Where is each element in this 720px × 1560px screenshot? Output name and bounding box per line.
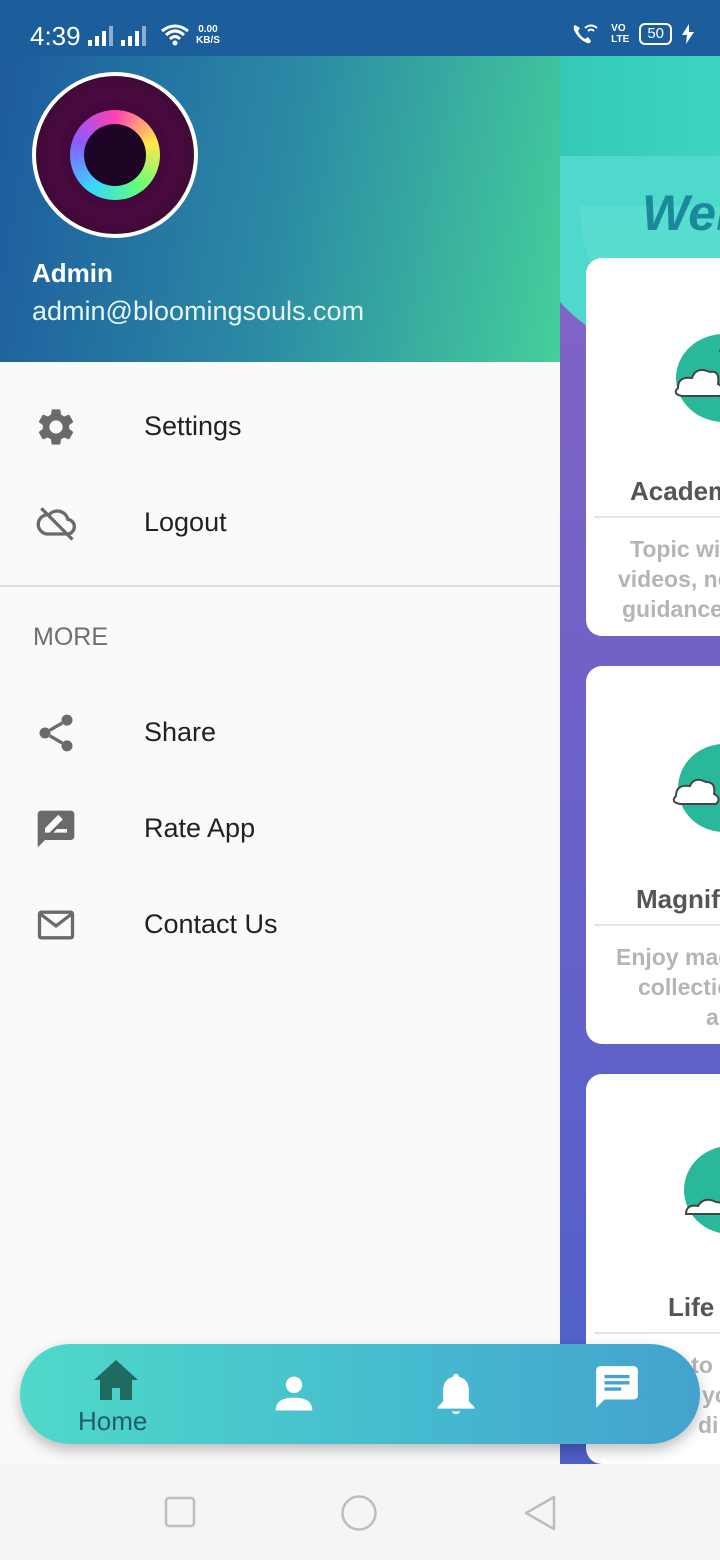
bottom-navigation: Home <box>20 1344 700 1444</box>
card-desc-line: guidance <box>622 596 720 622</box>
drawer-header: Admin admin@bloomingsouls.com <box>0 56 560 362</box>
card-desc-line: collectio <box>638 974 720 1000</box>
menu-item-share[interactable]: Share <box>0 685 560 781</box>
menu-label: Rate App <box>144 813 256 843</box>
menu-item-logout[interactable]: Logout <box>0 475 560 571</box>
card-desc-line: yo <box>702 1382 720 1408</box>
status-time: 4:39 <box>30 21 81 51</box>
card-desc-line: videos, no <box>618 566 720 592</box>
section-label-more: MORE <box>33 623 108 651</box>
card-title: Academ <box>630 476 720 506</box>
nav-label-home: Home <box>78 1406 148 1436</box>
wifi-icon <box>161 24 189 46</box>
recents-icon[interactable] <box>164 1496 196 1528</box>
nav-item-profile[interactable] <box>210 1344 380 1444</box>
menu-label: Logout <box>144 507 227 537</box>
volte-top: VO <box>611 23 626 34</box>
network-speed-unit: KB/S <box>196 35 220 46</box>
chat-icon <box>596 1366 638 1408</box>
life-illustration <box>684 1147 720 1233</box>
bell-icon <box>437 1373 475 1415</box>
avatar-ring-inner <box>84 124 146 186</box>
menu-item-settings[interactable]: Settings <box>0 379 560 475</box>
wifi-calling-icon <box>573 24 598 44</box>
card-magnificent[interactable]: Magnifi Enjoy mag collectio a <box>586 666 720 1044</box>
share-icon <box>39 714 73 752</box>
card-academic[interactable]: Academ Topic wis videos, no guidance <box>586 258 720 636</box>
card-title: Life <box>668 1292 715 1322</box>
avatar-ring <box>70 110 160 200</box>
avatar[interactable] <box>32 72 198 238</box>
welcome-title: Wel <box>642 185 720 241</box>
card-title: Magnifi <box>636 884 720 914</box>
card-desc-line: di <box>698 1412 719 1438</box>
signal-icon <box>88 24 146 46</box>
menu-label: Contact Us <box>144 909 278 939</box>
back-icon[interactable] <box>522 1494 558 1532</box>
mail-icon <box>37 910 75 940</box>
nav-item-messages[interactable] <box>540 1344 700 1444</box>
person-icon <box>275 1376 313 1411</box>
menu-label: Share <box>144 717 217 747</box>
cloud-off-icon <box>36 507 76 541</box>
nav-item-notifications[interactable] <box>380 1344 540 1444</box>
card-divider <box>594 1332 720 1334</box>
navigation-drawer: Admin admin@bloomingsouls.com Settings L… <box>0 56 560 1464</box>
home-icon <box>94 1360 138 1400</box>
user-name: Admin <box>32 258 113 288</box>
card-desc-line: Topic wis <box>630 536 720 562</box>
rate-review-icon <box>37 810 75 848</box>
gear-icon <box>38 409 74 445</box>
card-desc-line: a <box>706 1004 719 1030</box>
volte-indicator: VO LTE <box>611 23 629 45</box>
charging-icon <box>682 24 694 44</box>
nav-item-home[interactable]: Home <box>20 1344 210 1444</box>
battery-icon: 50 <box>639 23 672 45</box>
card-desc-line: Enjoy mag <box>616 944 720 970</box>
system-navigation-bar <box>0 1464 720 1560</box>
menu-item-contact-us[interactable]: Contact Us <box>0 877 560 973</box>
status-bar: 4:39 0.00 KB/S VO LTE 50 <box>0 0 720 56</box>
magnificent-illustration <box>672 744 720 832</box>
volte-bottom: LTE <box>611 34 630 45</box>
home-circle-icon[interactable] <box>340 1494 378 1532</box>
user-email: admin@bloomingsouls.com <box>32 296 365 326</box>
network-speed-value: 0.00 <box>198 24 218 35</box>
drawer-divider <box>0 585 560 587</box>
menu-label: Settings <box>144 411 242 441</box>
card-divider <box>594 516 720 518</box>
network-speed: 0.00 KB/S <box>196 24 220 46</box>
background-app: Wel Academ Topic wis videos, no guidance… <box>560 56 720 1464</box>
app-bar <box>560 56 720 168</box>
card-divider <box>594 924 720 926</box>
academic-illustration <box>674 334 720 422</box>
menu-item-rate-app[interactable]: Rate App <box>0 781 560 877</box>
